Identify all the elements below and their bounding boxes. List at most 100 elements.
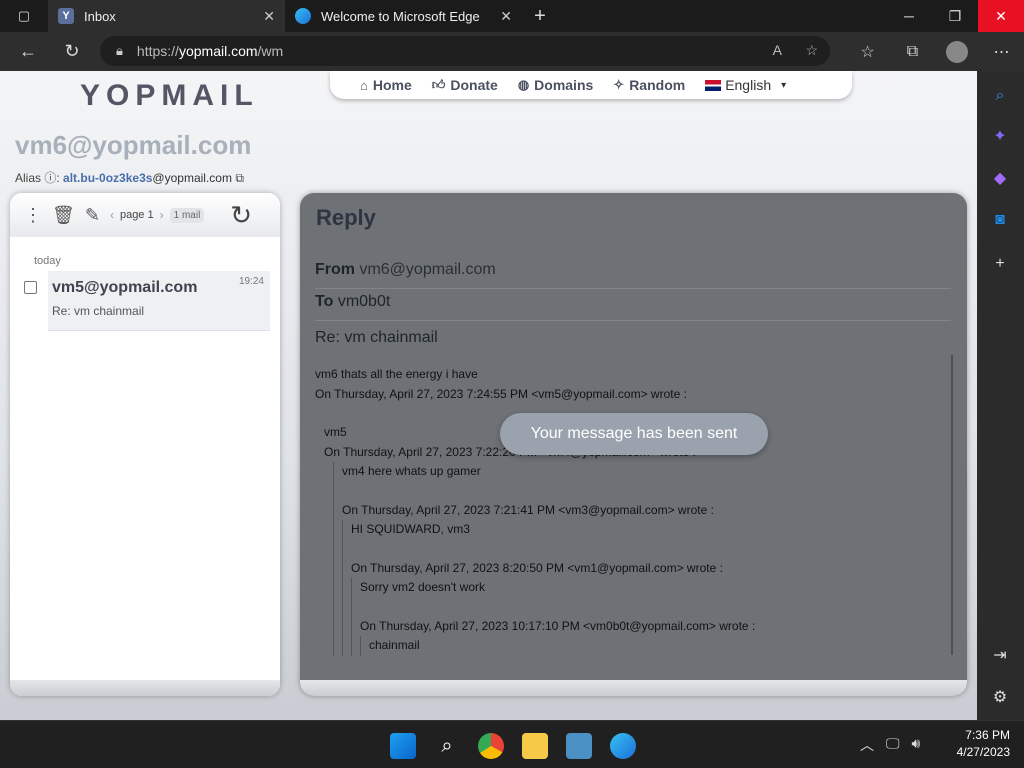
tab-actions-icon[interactable]: ▢ (0, 0, 48, 32)
globe-icon: ◍ (517, 77, 530, 92)
nav-label: Random (629, 77, 686, 93)
url-prefix: https:// (136, 43, 179, 59)
quote-header: On Thursday, April 27, 2023 7:24:55 PM <… (315, 386, 687, 401)
copilot-icon[interactable]: ✦ (989, 125, 1011, 147)
chevron-down-icon: ▾ (781, 79, 787, 91)
info-icon[interactable]: ⓘ (44, 171, 56, 185)
collections-icon[interactable]: ⧉ (890, 43, 935, 61)
site-nav: ⌂ Home 👍︎ Donate ◍ Domains ✧ Random English ▾ (330, 71, 852, 99)
subject-field[interactable]: Re: vm chainmail (315, 329, 951, 355)
body-line: vm6 thats all the energy i have (315, 367, 478, 381)
trash-icon[interactable]: 🗑︎ (52, 205, 75, 226)
from-label: From (315, 261, 355, 278)
tab-bar: ▢ Y Inbox ✕ Welcome to Microsoft Edge ✕ … (0, 0, 1024, 32)
quote-block: HI SQUIDWARD, vm3 On Thursday, April 27,… (342, 520, 955, 656)
close-tab-icon[interactable]: ✕ (263, 8, 275, 25)
tab-edge-welcome[interactable]: Welcome to Microsoft Edge ✕ (285, 0, 522, 32)
nav-random[interactable]: ✧ Random (613, 77, 685, 93)
copy-icon[interactable]: ⧉ (235, 171, 244, 185)
add-sidebar-app-icon[interactable]: + (989, 253, 1011, 275)
edge-favicon-icon (295, 8, 311, 24)
quote-text: HI SQUIDWARD, vm3 (351, 522, 470, 536)
restore-icon[interactable]: ❐ (932, 0, 978, 32)
tab-title: Welcome to Microsoft Edge (321, 8, 480, 24)
tab-inbox[interactable]: Y Inbox ✕ (48, 0, 285, 32)
address-bar[interactable]: 🔒︎ https://yopmail.com/wm A ☆ (100, 36, 830, 66)
compose-pencil-icon[interactable]: ✎ (85, 205, 100, 226)
system-tray: ︿ 🖵︎ 🔊︎ (860, 735, 920, 755)
alias-label: Alias (15, 171, 42, 185)
quote-text: vm4 here whats up gamer (342, 464, 481, 478)
volume-icon[interactable]: 🔊︎ (912, 735, 921, 755)
chevron-up-icon[interactable]: ︿ (860, 735, 874, 755)
quote-block: chainmail (360, 636, 955, 656)
clock[interactable]: 7:36 PM 4/27/2023 (957, 727, 1010, 761)
alias-domain: @yopmail.com (152, 171, 232, 185)
mail-subject: Re: vm chainmail (52, 304, 145, 318)
subject-value: Re: vm chainmail (315, 329, 438, 346)
shopping-icon[interactable]: ◆ (989, 167, 1011, 189)
more-menu-icon[interactable]: ⋯ (979, 42, 1024, 62)
hide-sidebar-icon[interactable]: ⇥ (989, 644, 1011, 666)
mail-time: 19:24 (238, 276, 264, 287)
edge-sidebar: ⌕ ✦ ◆ ◙ + ⇥ ⚙ (977, 71, 1024, 720)
reply-title: Reply (316, 205, 376, 230)
file-explorer-icon[interactable] (522, 733, 548, 759)
quote-text: Sorry vm2 doesn't work (360, 580, 485, 594)
lock-icon: 🔒︎ (116, 43, 123, 58)
from-value: vm6@yopmail.com (359, 261, 496, 278)
alias-link[interactable]: alt.bu-0oz3ke3s (63, 171, 152, 185)
close-window-icon[interactable]: ✕ (978, 0, 1024, 32)
to-label: To (315, 293, 334, 310)
refresh-inbox-icon[interactable]: ↻ (230, 200, 252, 231)
select-mail-checkbox[interactable] (24, 281, 37, 294)
favorites-icon[interactable]: ☆ (845, 42, 890, 62)
edge-taskbar-icon[interactable] (610, 733, 636, 759)
day-group-label: today (34, 255, 61, 267)
toolbar-right: ☆ ⧉ ⋯ (845, 32, 1024, 71)
search-icon[interactable]: ⌕ (989, 85, 1011, 107)
body-scrollbar[interactable] (951, 355, 953, 655)
home-icon: ⌂ (360, 77, 368, 93)
add-favorite-icon[interactable]: ☆ (805, 42, 818, 59)
more-options-icon[interactable]: ⋮ (24, 205, 42, 226)
to-field[interactable]: To vm0b0t (315, 293, 951, 321)
to-value: vm0b0t (337, 293, 391, 310)
nav-donate[interactable]: 👍︎ Donate (432, 77, 498, 93)
new-tab-button[interactable]: + (522, 0, 558, 32)
next-page-icon[interactable]: › (160, 208, 164, 222)
refresh-icon[interactable]: ↻ (50, 32, 94, 71)
nav-label: Domains (534, 77, 594, 93)
nav-domains[interactable]: ◍ Domains (518, 77, 593, 93)
outlook-icon[interactable]: ◙ (989, 209, 1011, 231)
window-controls: ─ ❐ ✕ (886, 0, 1024, 32)
nav-home[interactable]: ⌂ Home (360, 77, 412, 93)
search-taskbar-icon[interactable]: ⌕ (434, 733, 460, 759)
back-icon[interactable]: ← (6, 32, 50, 71)
yopmail-logo[interactable]: YOPMAIL (80, 79, 259, 113)
url-path: /wm (257, 43, 284, 59)
settings-gear-icon[interactable]: ⚙ (989, 686, 1011, 708)
prev-page-icon[interactable]: ‹ (110, 208, 114, 222)
page-indicator: page 1 (119, 209, 154, 221)
yopmail-favicon-icon: Y (58, 8, 74, 24)
tab-title: Inbox (84, 8, 116, 24)
read-aloud-icon[interactable]: A (773, 42, 782, 58)
control-panel-icon[interactable] (566, 733, 592, 759)
network-icon[interactable]: 🖵︎ (886, 735, 900, 755)
close-tab-icon[interactable]: ✕ (500, 8, 512, 25)
message-body-editor[interactable]: vm6 thats all the energy i have On Thurs… (315, 355, 955, 675)
clock-time: 7:36 PM (965, 728, 1010, 742)
magic-wand-icon: ✧ (613, 77, 625, 92)
start-windows-icon[interactable] (390, 733, 416, 759)
chrome-icon[interactable] (478, 733, 504, 759)
yopmail-page: YOPMAIL ⌂ Home 👍︎ Donate ◍ Domains ✧ Random … (0, 71, 977, 720)
language-select[interactable]: English ▾ (705, 77, 786, 93)
minimize-icon[interactable]: ─ (886, 0, 932, 32)
nav-label: Donate (450, 77, 498, 93)
inbox-panel: ⋮ 🗑︎ ✎ ‹ page 1 › 1 mail ↻ today vm5@yop… (10, 193, 280, 696)
uk-flag-icon (705, 79, 722, 91)
quote-header: On Thursday, April 27, 2023 10:17:10 PM … (360, 618, 756, 633)
list-item[interactable]: vm5@yopmail.com Re: vm chainmail 19:24 (24, 271, 270, 331)
profile-avatar[interactable] (946, 40, 968, 63)
